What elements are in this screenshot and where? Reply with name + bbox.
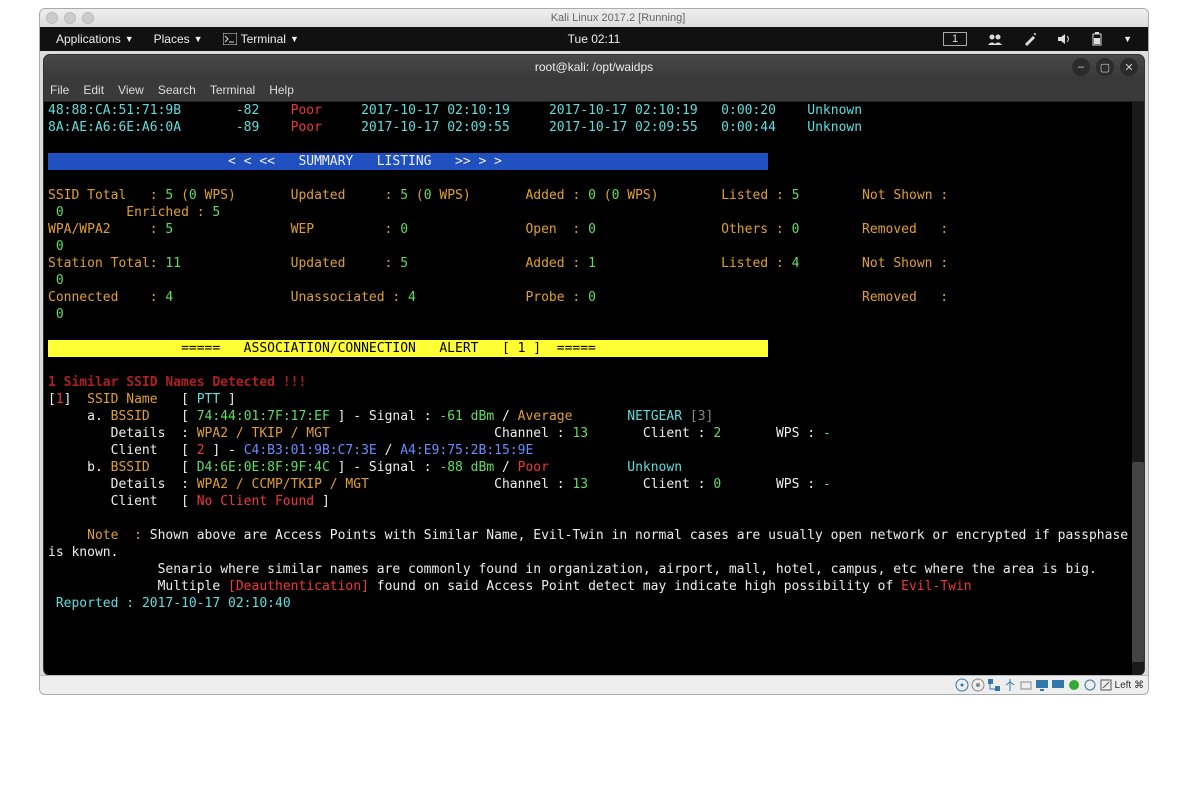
power-menu-caret[interactable]: ▼ (1113, 34, 1142, 44)
gnome-terminal-app[interactable]: Terminal▼ (213, 32, 309, 46)
gnome-top-bar: Applications▼ Places▼ Terminal▼ Tue 02:1… (40, 27, 1148, 51)
window-close-button[interactable]: ✕ (1120, 58, 1138, 76)
alert-note: Multiple [Deauthentication] found on sai… (48, 579, 972, 594)
volume-icon[interactable] (1047, 33, 1081, 45)
window-maximize-button[interactable]: ▢ (1096, 58, 1114, 76)
window-minimize-button[interactable]: – (1072, 58, 1090, 76)
vm-traffic-lights (46, 12, 94, 24)
summary-line: Station Total: 11 Updated : 5 Added : 1 … (48, 256, 948, 288)
menu-view[interactable]: View (118, 83, 144, 97)
alert-note: Senario where similar names are commonly… (48, 562, 1097, 577)
vm-display2-icon[interactable] (1051, 678, 1065, 692)
vm-hostkey-label: Left ⌘ (1115, 680, 1144, 691)
table-row: 8A:AE:A6:6E:A6:0A -89 Poor 2017-10-17 02… (48, 120, 862, 135)
vm-close-dot[interactable] (46, 12, 58, 24)
alert-ap-a-details: Details : WPA2 / TKIP / MGT Channel : 13… (48, 426, 831, 441)
workspace-indicator[interactable]: 1 (933, 32, 977, 46)
menu-search[interactable]: Search (158, 83, 196, 97)
vm-record-icon[interactable] (1067, 678, 1081, 692)
gnome-clock[interactable]: Tue 02:11 (558, 32, 631, 46)
vm-min-dot[interactable] (64, 12, 76, 24)
paintbrush-icon[interactable] (1013, 32, 1047, 46)
vm-settings-icon[interactable] (1083, 678, 1097, 692)
vm-zoom-dot[interactable] (82, 12, 94, 24)
vm-title: Kali Linux 2017.2 [Running] (94, 12, 1142, 24)
vm-hostkey-icon[interactable] (1099, 678, 1113, 692)
summary-line: Connected : 4 Unassociated : 4 Probe : 0… (48, 290, 948, 322)
vm-optical-icon[interactable] (971, 678, 985, 692)
alert-ssid-line: [1] SSID Name [ PTT ] (48, 392, 236, 407)
alert-ap-b-details: Details : WPA2 / CCMP/TKIP / MGT Channel… (48, 477, 831, 492)
vm-display-icon[interactable] (1035, 678, 1049, 692)
vm-window: Kali Linux 2017.2 [Running] Applications… (39, 8, 1149, 695)
alert-reported: Reported : 2017-10-17 02:10:40 (48, 596, 291, 611)
summary-line: SSID Total : 5 (0 WPS) Updated : 5 (0 WP… (48, 188, 948, 220)
terminal-body[interactable]: 48:88:CA:51:71:9B -82 Poor 2017-10-17 02… (44, 102, 1144, 675)
summary-header: < < << SUMMARY LISTING >> > > (48, 153, 768, 170)
vm-usb-icon[interactable] (1003, 678, 1017, 692)
alert-ap-b-clients: Client [ No Client Found ] (48, 494, 330, 509)
vm-network-icon[interactable] (987, 678, 1001, 692)
alert-header: ===== ASSOCIATION/CONNECTION ALERT [ 1 ]… (48, 340, 768, 357)
menu-help[interactable]: Help (269, 83, 294, 97)
terminal-title: root@kali: /opt/waidps (535, 60, 653, 74)
alert-ap-a-clients: Client [ 2 ] - C4:B3:01:9B:C7:3E / A4:E9… (48, 443, 533, 458)
vm-status-bar: Left ⌘ (40, 675, 1148, 694)
alert-note: Note : Shown above are Access Points wit… (48, 528, 1136, 560)
alert-ap-b: b. BSSID [ D4:6E:0E:8F:9F:4C ] - Signal … (48, 460, 682, 475)
terminal-titlebar[interactable]: root@kali: /opt/waidps – ▢ ✕ (44, 55, 1144, 79)
users-icon[interactable] (977, 33, 1013, 45)
menu-file[interactable]: File (50, 83, 69, 97)
battery-icon[interactable] (1081, 32, 1113, 46)
alert-ap-a: a. BSSID [ 74:44:01:7F:17:EF ] - Signal … (48, 409, 713, 424)
table-row: 48:88:CA:51:71:9B -82 Poor 2017-10-17 02… (48, 103, 862, 118)
vm-titlebar[interactable]: Kali Linux 2017.2 [Running] (40, 9, 1148, 27)
menu-edit[interactable]: Edit (83, 83, 104, 97)
terminal-menubar: File Edit View Search Terminal Help (44, 79, 1144, 102)
menu-terminal[interactable]: Terminal (210, 83, 255, 97)
gnome-applications[interactable]: Applications▼ (46, 32, 144, 46)
gnome-places[interactable]: Places▼ (144, 32, 213, 46)
vm-shared-icon[interactable] (1019, 678, 1033, 692)
alert-headline: 1 Similar SSID Names Detected !!! (48, 375, 306, 390)
terminal-scrollbar[interactable] (1132, 102, 1144, 675)
terminal-icon (223, 33, 237, 45)
scrollbar-thumb[interactable] (1132, 462, 1144, 662)
summary-line: WPA/WPA2 : 5 WEP : 0 Open : 0 Others : 0… (48, 222, 948, 254)
terminal-window: root@kali: /opt/waidps – ▢ ✕ File Edit V… (44, 55, 1144, 675)
vm-hdd-icon[interactable] (955, 678, 969, 692)
